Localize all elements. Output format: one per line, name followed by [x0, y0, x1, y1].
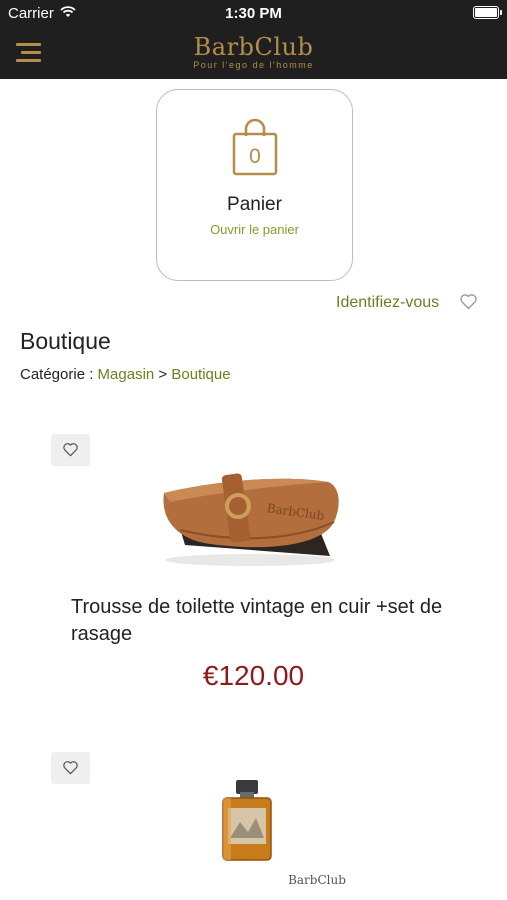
wishlist-heart-icon[interactable] [459, 293, 478, 310]
shopping-bag-icon: 0 [231, 118, 279, 176]
heart-icon [63, 761, 78, 775]
cart-card[interactable]: 0 Panier Ouvrir le panier [156, 89, 353, 281]
cart-title: Panier [227, 194, 282, 215]
product-title[interactable]: Trousse de toilette vintage en cuir +set… [71, 594, 451, 648]
product-price: €120.00 [202, 660, 305, 691]
breadcrumb-prefix: Catégorie : [20, 366, 98, 383]
brand-logo: BarbClub Pour l'ego de l'homme [0, 34, 507, 70]
breadcrumb: Catégorie : Magasin > Boutique [20, 366, 231, 383]
breadcrumb-separator: > [154, 366, 172, 383]
cart-count: 0 [249, 145, 261, 168]
login-link[interactable]: Identifiez-vous [336, 294, 439, 312]
status-time: 1:30 PM [225, 5, 282, 22]
breadcrumb-item-magasin[interactable]: Magasin [98, 366, 155, 383]
breadcrumb-item-boutique[interactable]: Boutique [171, 366, 230, 383]
brand-tagline: Pour l'ego de l'homme [193, 60, 314, 70]
brand-name: BarbClub [193, 33, 314, 61]
status-bar: Carrier 1:30 PM [0, 0, 507, 28]
battery-icon [473, 6, 502, 19]
product-image-brand: BarbClub [288, 873, 346, 887]
open-cart-link[interactable]: Ouvrir le panier [157, 222, 352, 237]
product-image-perfume-bottle[interactable]: BarbClub [210, 772, 350, 897]
product-favorite-button[interactable] [51, 752, 90, 784]
page-title: Boutique [20, 328, 111, 354]
product-image-leather-case[interactable]: BarbClub [150, 460, 350, 570]
product-favorite-button[interactable] [51, 434, 90, 466]
heart-icon [63, 443, 78, 457]
nav-bar: BarbClub Pour l'ego de l'homme [0, 28, 507, 79]
